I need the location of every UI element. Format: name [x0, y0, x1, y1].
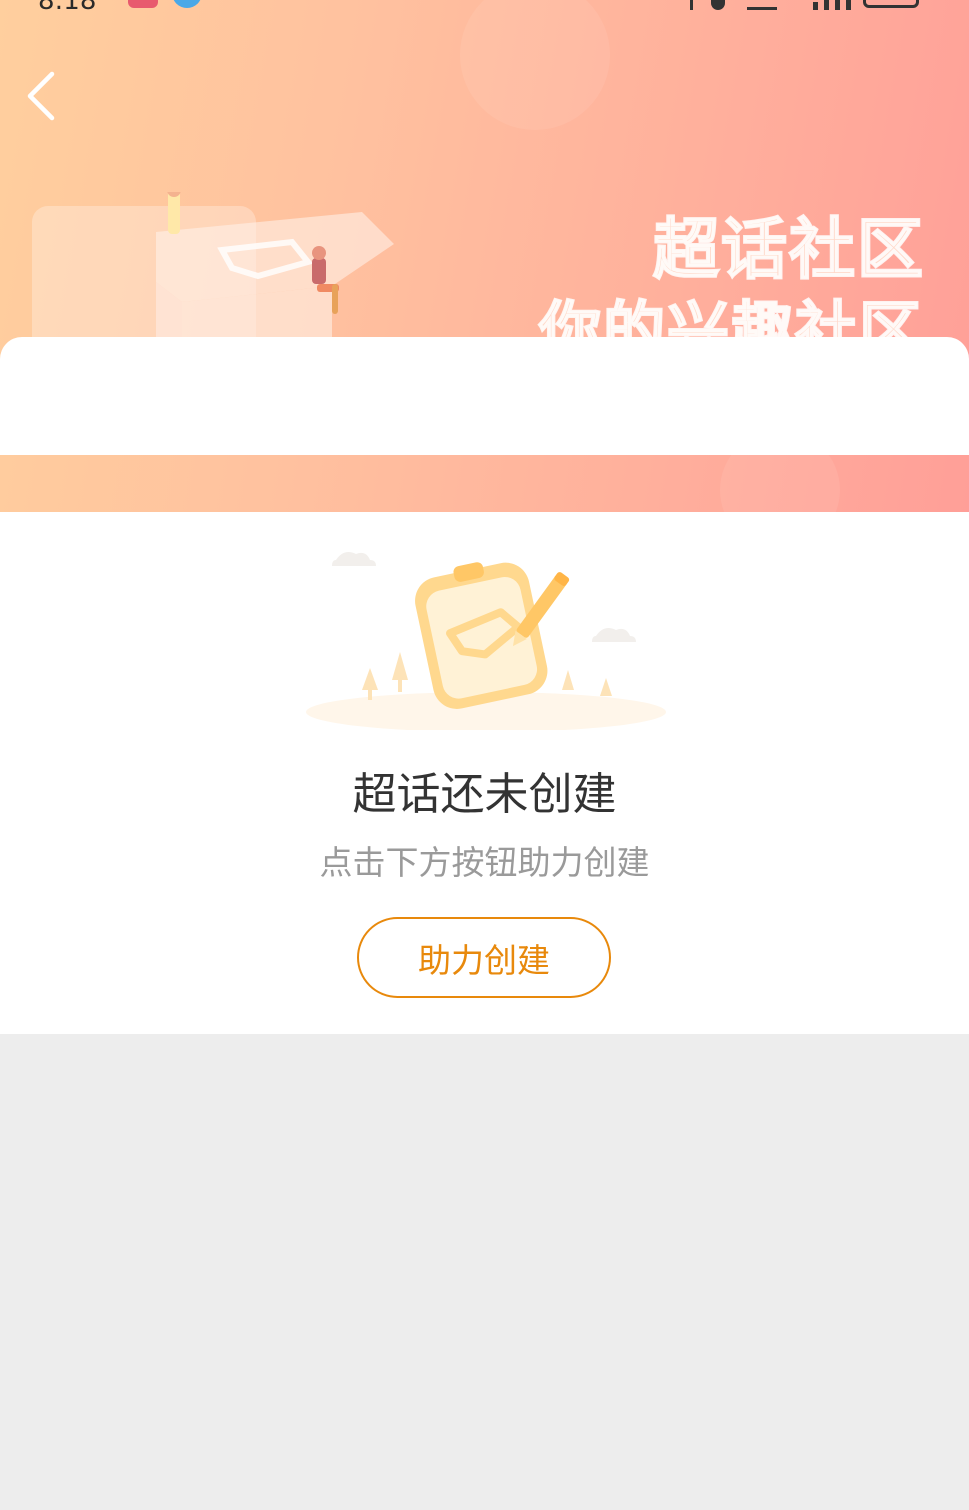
- bluetooth-icon: [682, 0, 693, 10]
- slogan-line-1: 超话社区: [652, 210, 925, 289]
- empty-state-subtitle: 点击下方按钮助力创建: [319, 843, 650, 882]
- help-create-button[interactable]: 助力创建: [357, 917, 611, 998]
- notification-app-icon: [128, 0, 158, 8]
- banner-illustration: [32, 192, 394, 342]
- create-supertopic-illustration-icon: [306, 552, 666, 730]
- supertopic-info-card: [0, 337, 969, 455]
- signal-icon: [846, 0, 851, 10]
- location-icon: [711, 0, 725, 10]
- banner-decoration: [460, 0, 610, 130]
- status-time: 8:18: [38, 0, 97, 16]
- notification-app-icon: [172, 0, 202, 8]
- back-button[interactable]: [22, 66, 66, 126]
- signal-icon: [824, 0, 829, 10]
- signal-icon: [813, 2, 818, 10]
- empty-state-title: 超话还未创建: [352, 769, 617, 820]
- wifi-icon: [747, 1, 777, 10]
- status-bar: 8:18: [0, 0, 969, 16]
- signal-icon: [835, 0, 840, 10]
- chevron-left-icon: [27, 71, 55, 121]
- battery-icon: [863, 0, 919, 8]
